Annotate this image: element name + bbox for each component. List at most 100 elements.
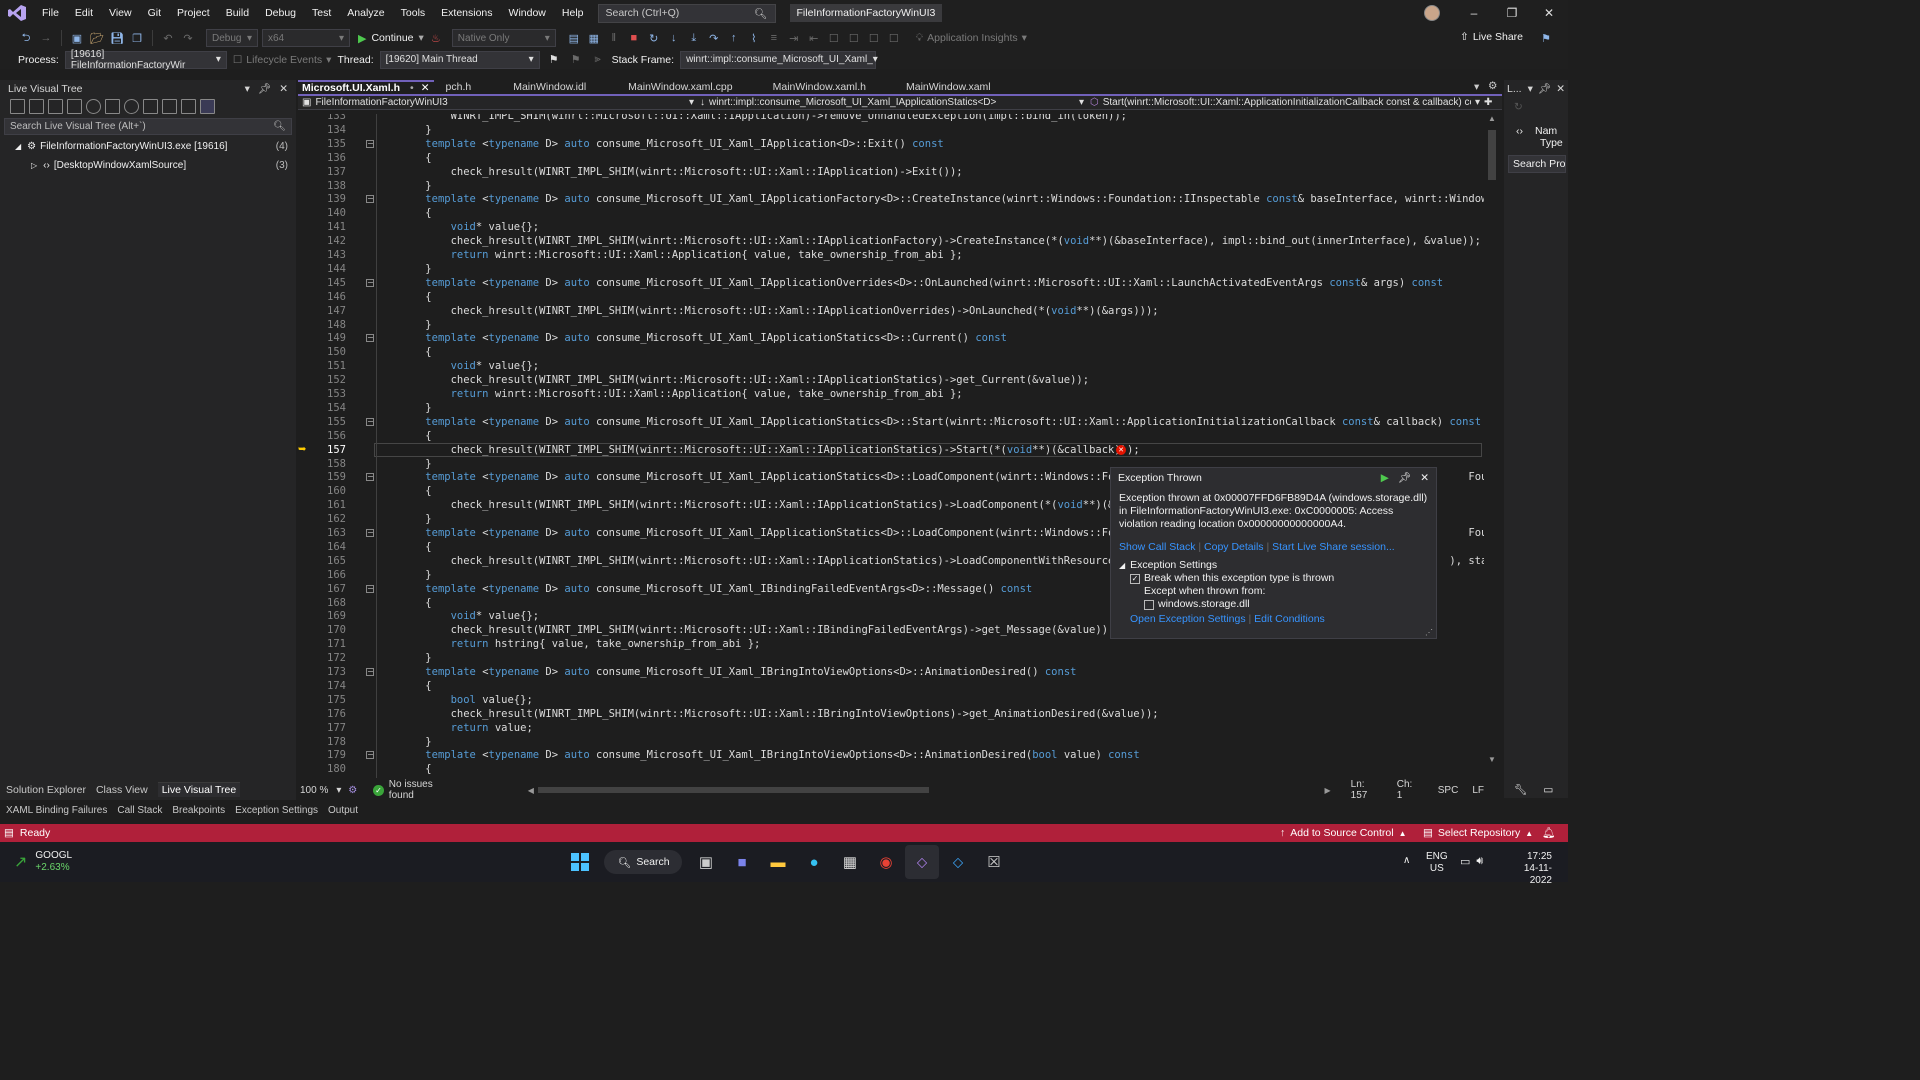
restart-icon[interactable]: ↻ bbox=[646, 30, 662, 46]
scroll-up-icon[interactable]: ▲ bbox=[1484, 114, 1500, 126]
show-layout-icon[interactable] bbox=[67, 99, 82, 114]
code-line[interactable]: 156 { bbox=[298, 429, 1484, 443]
tab-pch-h[interactable]: pch.h bbox=[446, 80, 472, 94]
exception-marker-icon[interactable]: ✕ bbox=[1116, 444, 1126, 455]
outdent-icon[interactable]: ⇤ bbox=[806, 30, 822, 46]
stock-widget[interactable]: ↗ GOOGL +2.63% bbox=[14, 850, 72, 874]
back-icon[interactable]: ⮌ bbox=[18, 30, 34, 46]
code-line[interactable]: 154 } bbox=[298, 401, 1484, 415]
code-line[interactable]: 136 { bbox=[298, 151, 1484, 165]
code-line[interactable]: 138 } bbox=[298, 179, 1484, 193]
code-line[interactable]: 142 check_hresult(WINRT_IMPL_SHIM(winrt:… bbox=[298, 234, 1484, 248]
project-dropdown[interactable]: ▣ FileInformationFactoryWinUI3 ▾ bbox=[298, 97, 694, 108]
resize-grip-icon[interactable]: ⋰ bbox=[1425, 628, 1433, 637]
process-dropdown[interactable]: [19616] FileInformationFactoryWir ▾ bbox=[64, 49, 227, 71]
code-line[interactable]: 175 bool value{}; bbox=[298, 693, 1484, 707]
line-ending-indicator[interactable]: LF bbox=[1472, 785, 1484, 796]
layout-icon[interactable]: ▦ bbox=[586, 30, 602, 46]
app-insights-button[interactable]: 💡︎ Application Insights ▾ bbox=[916, 32, 1027, 45]
collapse-icon[interactable]: − bbox=[366, 668, 374, 676]
menu-item-view[interactable]: View bbox=[101, 7, 140, 19]
select-element-icon[interactable] bbox=[10, 99, 25, 114]
copy-details-link[interactable]: Copy Details bbox=[1204, 541, 1264, 553]
refresh-icon[interactable] bbox=[124, 99, 139, 114]
whitespace-indicator[interactable]: SPC bbox=[1438, 785, 1459, 796]
collapsed-arrow-icon[interactable]: ▷ bbox=[31, 161, 37, 170]
step-back-icon[interactable]: ↷ bbox=[706, 30, 722, 46]
intellicode-icon[interactable]: ⚙ bbox=[348, 785, 357, 796]
code-line[interactable]: 152 check_hresult(WINRT_IMPL_SHIM(winrt:… bbox=[298, 373, 1484, 387]
platform-dropdown[interactable]: x64 ▾ bbox=[262, 29, 350, 47]
menu-item-project[interactable]: Project bbox=[169, 7, 218, 19]
vertical-scrollbar[interactable]: ▲ ▼ bbox=[1484, 114, 1500, 778]
flag-thread-icon[interactable]: ⚑ bbox=[546, 52, 562, 68]
code-line[interactable]: 133 WINRT_IMPL_SHIM(winrt::Microsoft::UI… bbox=[298, 114, 1484, 123]
teams-chat-icon[interactable]: ■ bbox=[725, 845, 759, 879]
language-indicator[interactable]: ENG US bbox=[1426, 851, 1448, 875]
binding-failures-icon[interactable] bbox=[105, 99, 120, 114]
menu-item-git[interactable]: Git bbox=[140, 7, 169, 19]
stack-frame-dropdown[interactable]: winrt::impl::consume_Microsoft_UI_Xaml_ ▾ bbox=[680, 50, 878, 69]
properties-icon[interactable] bbox=[143, 99, 158, 114]
collapse-icon[interactable]: − bbox=[366, 278, 374, 287]
pane-search-input[interactable]: Search Pro bbox=[1508, 155, 1566, 173]
collapse-arrow-icon[interactable]: ◢ bbox=[1119, 559, 1125, 572]
tab-live-visual-tree[interactable]: Live Visual Tree bbox=[157, 782, 241, 797]
prev-bookmark-icon[interactable]: ☐ bbox=[846, 30, 862, 46]
close-icon[interactable]: ✕ bbox=[421, 82, 430, 94]
code-line[interactable]: 148 } bbox=[298, 318, 1484, 332]
tab-breakpoints[interactable]: Breakpoints bbox=[172, 805, 225, 816]
new-project-icon[interactable]: ▣ bbox=[69, 30, 85, 46]
menu-item-window[interactable]: Window bbox=[501, 7, 554, 19]
monitor-icon[interactable]: ▭ bbox=[1543, 784, 1553, 796]
process-icon[interactable]: ▤ bbox=[566, 30, 582, 46]
bookmark-icon[interactable]: ☐ bbox=[826, 30, 842, 46]
dll-checkbox[interactable] bbox=[1144, 599, 1154, 610]
expanded-arrow-icon[interactable]: ◢ bbox=[15, 142, 21, 151]
horizontal-scroll-thumb[interactable] bbox=[537, 787, 929, 793]
vscode-icon[interactable]: ⬦ bbox=[941, 845, 975, 879]
visual-studio-icon[interactable]: ⬦ bbox=[905, 845, 939, 879]
chevron-up-icon[interactable]: ∧ bbox=[1403, 855, 1410, 866]
code-line[interactable]: 177 return value; bbox=[298, 721, 1484, 735]
menu-item-file[interactable]: File bbox=[34, 7, 67, 19]
collapse-icon[interactable]: − bbox=[366, 584, 374, 593]
menu-item-tools[interactable]: Tools bbox=[393, 7, 434, 19]
code-line[interactable]: 153 return winrt::Microsoft::UI::Xaml::A… bbox=[298, 387, 1484, 401]
add-source-control-button[interactable]: ↑ Add to Source Control ▲ bbox=[1280, 827, 1406, 839]
step-into-icon[interactable]: ↓ bbox=[666, 30, 682, 46]
app-icon[interactable]: ☒ bbox=[977, 845, 1011, 879]
collapse-icon[interactable]: − bbox=[366, 139, 374, 148]
dropdown-icon[interactable]: ▾ bbox=[1528, 83, 1533, 95]
tab-mainwindow-xaml[interactable]: MainWindow.xaml bbox=[906, 80, 991, 94]
code-line[interactable]: 146 { bbox=[298, 290, 1484, 304]
code-line[interactable]: 178 } bbox=[298, 735, 1484, 749]
menu-item-extensions[interactable]: Extensions bbox=[433, 7, 500, 19]
member-dropdown[interactable]: ⬡ Start(winrt::Microsoft::UI::Xaml::Appli… bbox=[1084, 97, 1480, 108]
collapse-icon[interactable]: − bbox=[366, 529, 374, 537]
file-explorer-icon[interactable]: ▬ bbox=[761, 845, 795, 879]
code-line[interactable]: 147 check_hresult(WINRT_IMPL_SHIM(winrt:… bbox=[298, 304, 1484, 318]
tab-mainwindow-xaml-cpp[interactable]: MainWindow.xaml.cpp bbox=[628, 80, 732, 94]
minimize-button[interactable]: – bbox=[1455, 0, 1493, 26]
track-focus-icon[interactable] bbox=[48, 99, 63, 114]
edge-icon[interactable]: ● bbox=[797, 845, 831, 879]
lifecycle-events-button[interactable]: ☐ Lifecycle Events ▾ bbox=[233, 54, 332, 66]
code-line[interactable]: 151 void* value{}; bbox=[298, 359, 1484, 373]
collapse-all-icon[interactable] bbox=[181, 99, 196, 114]
tab-output[interactable]: Output bbox=[328, 805, 358, 816]
start-button[interactable] bbox=[563, 845, 597, 879]
diagnostics-icon[interactable]: ⌇ bbox=[746, 30, 762, 46]
menu-item-help[interactable]: Help bbox=[554, 7, 592, 19]
collapse-icon[interactable]: − bbox=[366, 751, 374, 760]
feedback-icon[interactable]: ⚑ bbox=[1538, 30, 1554, 46]
scroll-right-icon[interactable]: ▶ bbox=[1325, 786, 1331, 795]
expand-all-icon[interactable] bbox=[162, 99, 177, 114]
code-line[interactable]: 139 − template <typename D> auto consume_… bbox=[298, 192, 1484, 206]
scope-dropdown[interactable]: ↓ winrt::impl::consume_Microsoft_UI_Xaml_… bbox=[694, 97, 1084, 108]
break-when-thrown[interactable]: ✓ Break when this exception type is thro… bbox=[1119, 572, 1428, 585]
pin-icon[interactable]: • bbox=[410, 82, 414, 94]
live-share-link[interactable]: Start Live Share session... bbox=[1272, 541, 1395, 553]
menu-item-analyze[interactable]: Analyze bbox=[339, 7, 392, 19]
undo-icon[interactable]: ↶ bbox=[160, 30, 176, 46]
